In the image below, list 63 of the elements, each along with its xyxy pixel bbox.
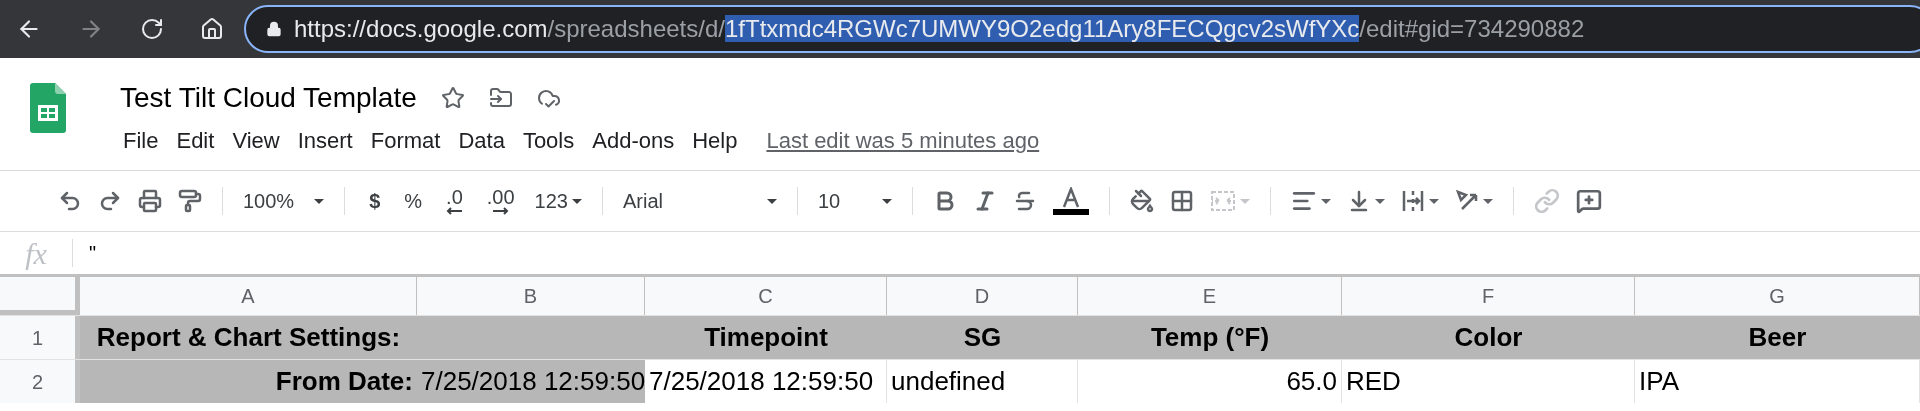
formula-input[interactable]: " — [89, 238, 97, 268]
menu-item[interactable]: Format — [361, 124, 450, 157]
last-edit-link[interactable]: Last edit was 5 minutes ago — [766, 124, 1040, 157]
text-wrap-icon — [1400, 189, 1425, 213]
table-cell: 7/25/2018 12:59:50 — [417, 360, 645, 403]
table-cell: Report & Chart Settings: — [80, 316, 417, 359]
table-cell: Temp (°F) — [1078, 316, 1342, 359]
font-size-dropdown[interactable]: 10 — [809, 186, 900, 216]
column-header[interactable]: E — [1078, 277, 1342, 315]
table-cell: Beer — [1635, 316, 1920, 359]
paint-bucket-icon — [1129, 189, 1154, 213]
left-arrow-icon — [446, 207, 463, 215]
caret-icon — [571, 198, 582, 204]
decrease-decimals-button[interactable]: .0 — [434, 187, 475, 215]
right-arrow-icon — [492, 207, 509, 215]
paint-roller-icon — [178, 189, 202, 213]
row-header[interactable]: 1 — [0, 316, 80, 359]
caret-icon — [1482, 198, 1493, 204]
document-title[interactable]: Test Tilt Cloud Template — [120, 80, 417, 116]
column-header[interactable]: A — [80, 277, 417, 315]
printer-icon — [138, 189, 162, 213]
caret-icon — [1320, 198, 1331, 204]
sheets-logo — [30, 83, 66, 133]
percent-button[interactable]: % — [392, 186, 435, 216]
lock-icon — [266, 21, 282, 37]
caret-icon — [314, 198, 325, 204]
menu-item[interactable]: Data — [449, 124, 514, 157]
column-header[interactable]: B — [417, 277, 645, 315]
table-cell: Timepoint — [645, 316, 887, 359]
menu-item[interactable]: View — [223, 124, 289, 157]
menu-item[interactable]: Insert — [288, 124, 362, 157]
menu-item[interactable]: Edit — [167, 124, 224, 157]
caret-icon — [1428, 198, 1439, 204]
menu-item[interactable]: Add-ons — [583, 124, 684, 157]
column-header[interactable]: G — [1635, 277, 1920, 315]
caret-icon — [766, 198, 777, 204]
increase-decimals-button[interactable]: .00 — [474, 187, 527, 215]
caret-icon — [881, 198, 892, 204]
column-header[interactable]: C — [645, 277, 887, 315]
zoom-dropdown[interactable]: 100% — [235, 186, 333, 216]
column-header[interactable]: F — [1342, 277, 1635, 315]
formula-label: fx — [24, 235, 48, 272]
more-formats-dropdown[interactable]: 123 — [526, 186, 590, 216]
font-dropdown[interactable]: Arial — [614, 186, 785, 216]
redo-icon — [98, 189, 122, 213]
table-cell: Color — [1342, 316, 1635, 359]
caret-icon — [1374, 198, 1385, 204]
star-icon[interactable] — [440, 86, 465, 110]
table-cell: From Date: — [80, 360, 417, 403]
reload-icon[interactable] — [140, 17, 164, 41]
column-header[interactable]: D — [887, 277, 1078, 315]
undo-icon — [58, 189, 82, 213]
menu-item[interactable]: Help — [683, 124, 747, 157]
menu-item[interactable]: File — [114, 124, 168, 157]
home-icon[interactable] — [200, 17, 224, 41]
move-folder-icon[interactable] — [488, 86, 513, 110]
row-header[interactable]: 2 — [0, 360, 80, 403]
table-cell: SG — [887, 316, 1078, 359]
menu-item[interactable]: Tools — [513, 124, 584, 157]
borders-icon — [1169, 189, 1194, 213]
currency-button[interactable]: $ — [357, 186, 393, 216]
caret-icon — [1239, 198, 1250, 204]
add-comment-icon — [1575, 188, 1602, 214]
